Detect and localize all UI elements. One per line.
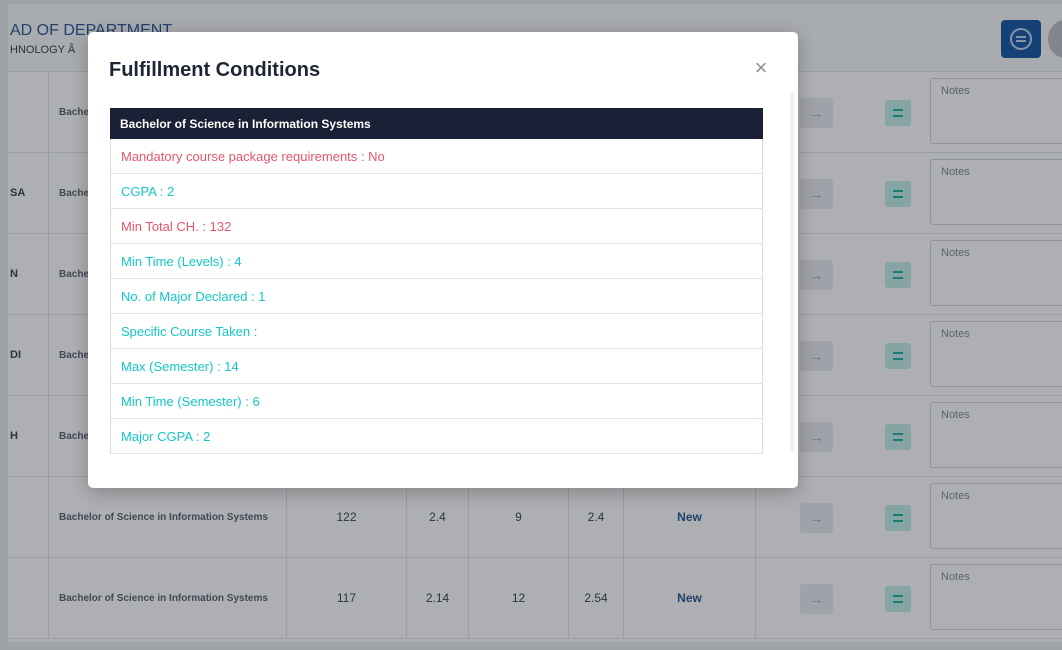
condition-item: Max (Semester) : 14 [110,349,763,384]
conditions-table: Bachelor of Science in Information Syste… [110,108,763,454]
modal-title: Fulfillment Conditions [109,59,321,81]
condition-item: Mandatory course package requirements : … [110,139,763,174]
scrollbar-thumb[interactable] [790,92,794,452]
condition-item: Specific Course Taken : [110,314,763,349]
program-header: Bachelor of Science in Information Syste… [110,108,763,139]
condition-item: Major CGPA : 2 [110,419,763,454]
fulfillment-conditions-modal: Fulfillment Conditions × Bachelor of Sci… [88,32,798,488]
condition-item: No. of Major Declared : 1 [110,279,763,314]
close-icon[interactable]: × [752,57,770,79]
condition-item: Min Total CH. : 132 [110,209,763,244]
condition-item: Min Time (Semester) : 6 [110,384,763,419]
condition-item: Min Time (Levels) : 4 [110,244,763,279]
modal-scrollbar[interactable] [788,92,796,488]
condition-item: CGPA : 2 [110,174,763,209]
